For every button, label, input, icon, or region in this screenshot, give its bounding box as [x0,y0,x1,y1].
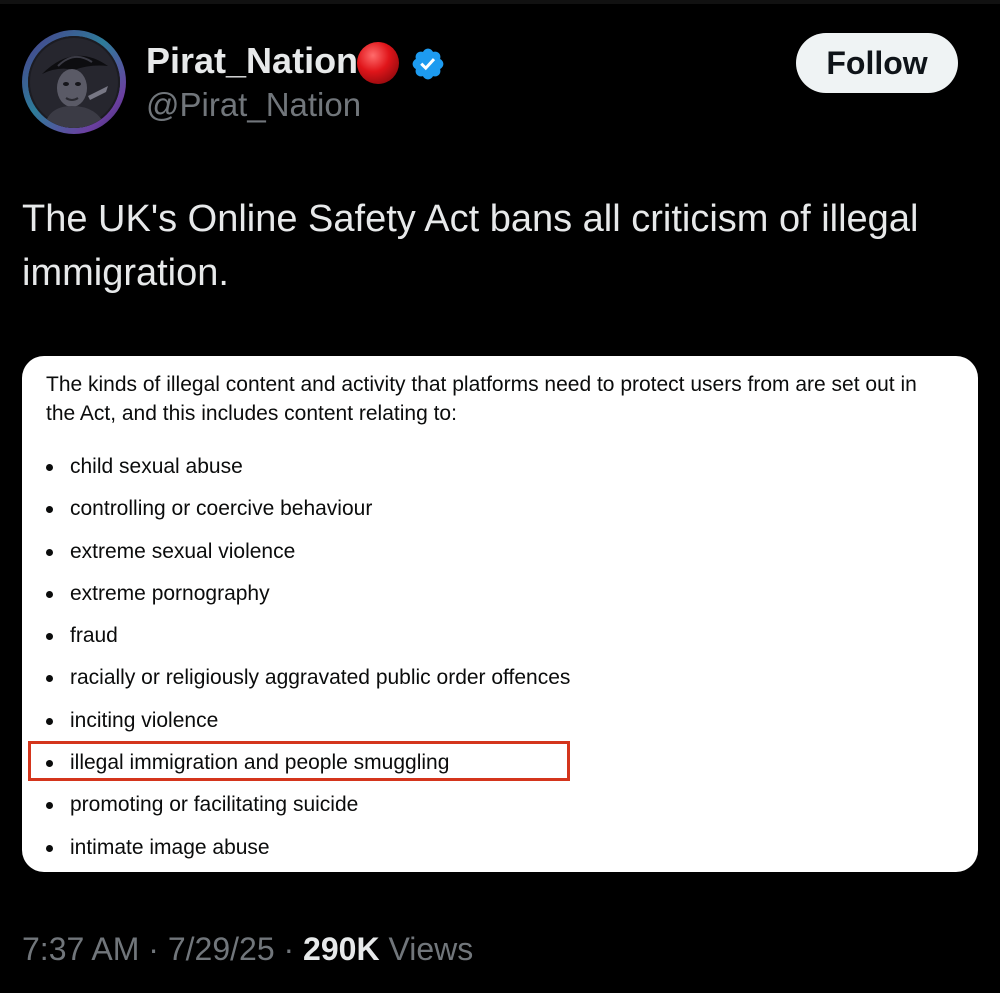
bullet-icon [46,675,53,683]
list-item: racially or religiously aggravated publi… [46,659,570,701]
list-item-label: promoting or facilitating suicide [70,793,359,817]
follow-button[interactable]: Follow [796,33,958,93]
author-display-name[interactable]: Pirat_Nation [146,38,358,84]
views-label: Views [388,931,474,967]
bullet-icon [46,590,53,598]
bullet-icon [46,844,53,852]
list-item: extreme pornography [46,575,570,617]
list-item-label: extreme pornography [70,581,270,605]
list-item: inciting violence [46,702,570,744]
bullet-icon [46,548,53,556]
list-item-label: racially or religiously aggravated publi… [70,666,571,690]
avatar[interactable] [22,30,126,134]
meta-separator: · [283,931,295,967]
bullet-icon [46,506,53,514]
list-item: extreme sexual violence [46,533,570,575]
list-item-label: controlling or coercive behaviour [70,497,373,521]
tweet-time[interactable]: 7:37 AM [22,931,139,967]
list-item-label: fraud [70,624,118,648]
tweet-date[interactable]: 7/29/25 [168,931,275,967]
avatar-image [28,36,120,128]
list-item: intimate image abuse [46,829,570,871]
top-divider [0,0,1000,4]
tweet-text: The UK's Online Safety Act bans all crit… [22,198,919,294]
bullet-icon [46,802,53,810]
bullet-icon [46,464,53,471]
list-item: controlling or coercive behaviour [46,490,570,532]
list-item-label: inciting violence [70,708,219,732]
author-handle[interactable]: @Pirat_Nation [146,84,361,126]
attached-image-card[interactable]: The kinds of illegal content and activit… [22,356,978,872]
list-item: child sexual abuse [46,448,570,490]
views-count[interactable]: 290K [303,931,380,967]
illegal-content-list: child sexual abuse controlling or coerci… [46,448,570,871]
bullet-icon [46,633,53,641]
verified-badge-icon [410,46,446,82]
list-item-label: extreme sexual violence [70,539,296,563]
list-item-label: intimate image abuse [70,835,270,859]
list-item: promoting or facilitating suicide [46,786,570,828]
card-intro-text: The kinds of illegal content and activit… [46,373,917,425]
highlight-box [28,741,570,781]
red-circle-icon [356,41,400,85]
list-item: fraud [46,617,570,659]
meta-separator: · [148,931,159,967]
list-item-label: child sexual abuse [70,455,243,478]
bullet-icon [46,717,53,725]
tweet-metadata: 7:37 AM · 7/29/25 · 290K Views [22,926,473,972]
